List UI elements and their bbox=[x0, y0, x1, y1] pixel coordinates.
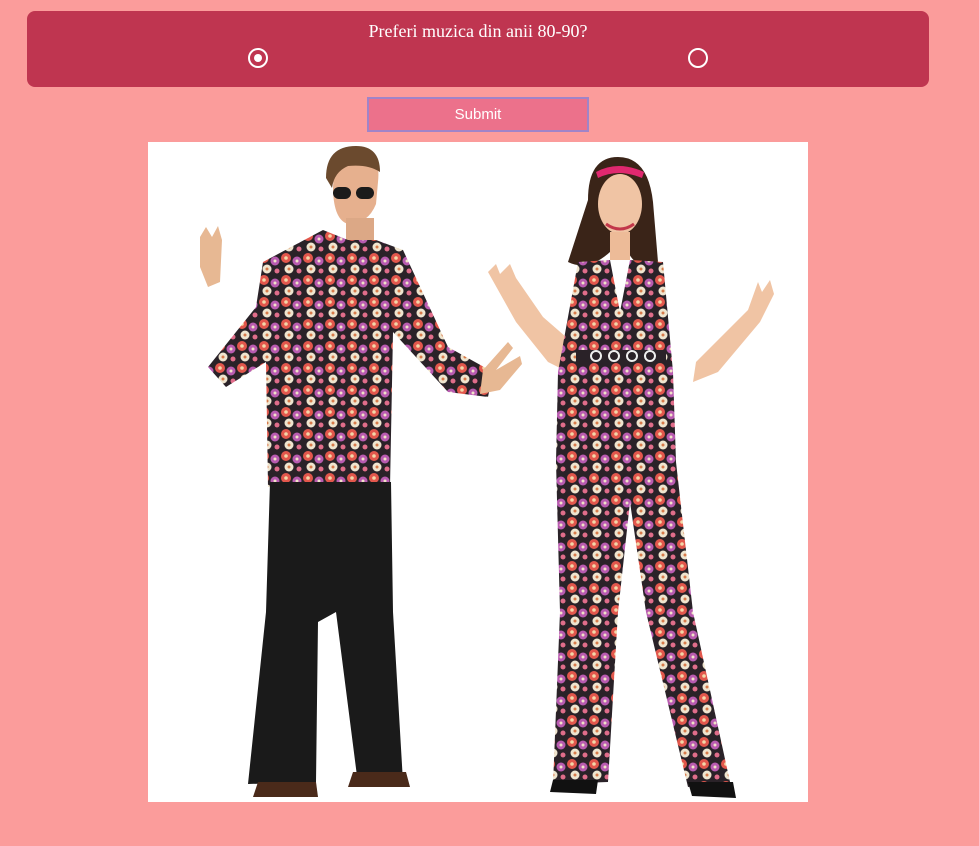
poll-question: Preferi muzica din anii 80-90? bbox=[368, 21, 588, 41]
submit-button[interactable]: Submit bbox=[367, 97, 589, 132]
radio-option-2[interactable] bbox=[688, 48, 708, 68]
man-figure bbox=[200, 146, 522, 797]
outfit-photo bbox=[148, 142, 808, 802]
radio-option-1[interactable] bbox=[248, 48, 268, 68]
woman-figure bbox=[488, 157, 774, 798]
poll-panel: Preferi muzica din anii 80-90? bbox=[27, 11, 929, 87]
couple-illustration bbox=[200, 146, 774, 798]
